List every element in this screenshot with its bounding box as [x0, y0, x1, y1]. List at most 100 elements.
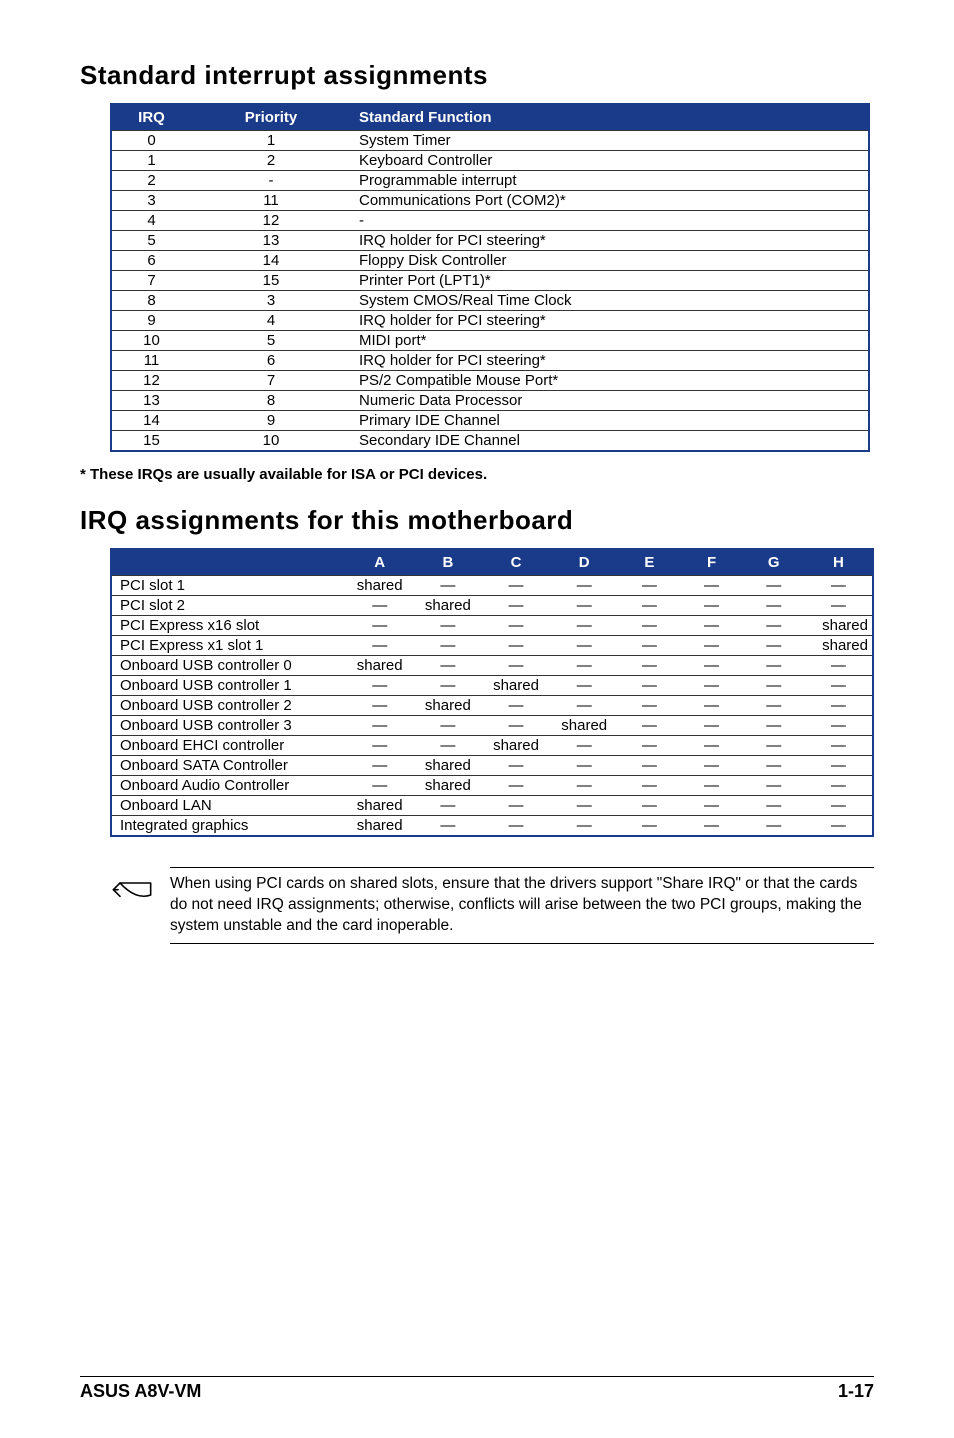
cell-value: —: [618, 596, 680, 616]
cell-value: shared: [346, 816, 414, 837]
cell-value: —: [680, 676, 742, 696]
table-row: 311Communications Port (COM2)*: [111, 191, 869, 211]
cell-value: —: [680, 756, 742, 776]
row-name: PCI Express x1 slot 1: [111, 636, 346, 656]
cell-function: Printer Port (LPT1)*: [351, 271, 869, 291]
cell-value: —: [482, 636, 550, 656]
cell-value: —: [618, 716, 680, 736]
cell-priority: 7: [191, 371, 351, 391]
cell-value: —: [743, 756, 805, 776]
row-name: Onboard Audio Controller: [111, 776, 346, 796]
cell-function: Keyboard Controller: [351, 151, 869, 171]
table-row: Onboard EHCI controller——shared—————: [111, 736, 873, 756]
th-G: G: [743, 549, 805, 576]
cell-function: MIDI port*: [351, 331, 869, 351]
th-C: C: [482, 549, 550, 576]
table-row: 412-: [111, 211, 869, 231]
table-row: Onboard USB controller 0shared———————: [111, 656, 873, 676]
table-row: PCI Express x1 slot 1———————shared: [111, 636, 873, 656]
cell-value: —: [743, 616, 805, 636]
cell-value: —: [618, 656, 680, 676]
cell-priority: 2: [191, 151, 351, 171]
interrupt-table: IRQ Priority Standard Function 01System …: [110, 103, 870, 452]
cell-value: —: [346, 776, 414, 796]
cell-priority: 13: [191, 231, 351, 251]
cell-priority: 9: [191, 411, 351, 431]
cell-value: —: [805, 756, 873, 776]
cell-value: shared: [414, 776, 482, 796]
cell-value: shared: [550, 716, 618, 736]
footer-product: ASUS A8V-VM: [80, 1381, 201, 1402]
row-name: Onboard EHCI controller: [111, 736, 346, 756]
cell-value: —: [414, 656, 482, 676]
cell-priority: 8: [191, 391, 351, 411]
table-row: 715Printer Port (LPT1)*: [111, 271, 869, 291]
cell-function: PS/2 Compatible Mouse Port*: [351, 371, 869, 391]
cell-priority: 11: [191, 191, 351, 211]
cell-function: Programmable interrupt: [351, 171, 869, 191]
cell-value: —: [550, 736, 618, 756]
table-row: 138Numeric Data Processor: [111, 391, 869, 411]
cell-value: —: [743, 696, 805, 716]
note-body-text: When using PCI cards on shared slots, en…: [170, 868, 874, 943]
cell-value: —: [550, 676, 618, 696]
cell-priority: 15: [191, 271, 351, 291]
cell-value: —: [482, 616, 550, 636]
cell-value: —: [550, 796, 618, 816]
table-row: 83System CMOS/Real Time Clock: [111, 291, 869, 311]
footer-page-number: 1-17: [838, 1381, 874, 1402]
cell-value: —: [680, 696, 742, 716]
cell-value: shared: [414, 756, 482, 776]
cell-value: —: [805, 716, 873, 736]
cell-value: —: [346, 716, 414, 736]
cell-value: —: [346, 756, 414, 776]
cell-priority: 3: [191, 291, 351, 311]
th-irq: IRQ: [111, 104, 191, 131]
th-A: A: [346, 549, 414, 576]
cell-value: shared: [346, 796, 414, 816]
cell-value: shared: [805, 616, 873, 636]
cell-value: —: [414, 676, 482, 696]
cell-value: —: [550, 636, 618, 656]
cell-value: —: [618, 796, 680, 816]
cell-value: —: [482, 596, 550, 616]
cell-value: —: [414, 616, 482, 636]
cell-value: —: [805, 676, 873, 696]
cell-value: —: [743, 636, 805, 656]
table-row: Integrated graphicsshared———————: [111, 816, 873, 837]
cell-priority: 1: [191, 131, 351, 151]
cell-value: —: [743, 596, 805, 616]
cell-value: —: [680, 776, 742, 796]
table-row: Onboard LANshared———————: [111, 796, 873, 816]
cell-value: shared: [414, 596, 482, 616]
table-row: 94IRQ holder for PCI steering*: [111, 311, 869, 331]
cell-irq: 9: [111, 311, 191, 331]
cell-value: —: [743, 656, 805, 676]
th-D: D: [550, 549, 618, 576]
cell-value: —: [550, 616, 618, 636]
cell-irq: 14: [111, 411, 191, 431]
cell-value: —: [743, 816, 805, 837]
cell-value: —: [346, 636, 414, 656]
cell-value: —: [414, 736, 482, 756]
cell-value: —: [482, 576, 550, 596]
cell-value: —: [805, 816, 873, 837]
cell-value: —: [550, 776, 618, 796]
cell-value: —: [346, 616, 414, 636]
th-E: E: [618, 549, 680, 576]
cell-priority: 4: [191, 311, 351, 331]
cell-function: IRQ holder for PCI steering*: [351, 231, 869, 251]
cell-value: —: [618, 776, 680, 796]
table-row: PCI Express x16 slot———————shared: [111, 616, 873, 636]
cell-function: System Timer: [351, 131, 869, 151]
cell-irq: 12: [111, 371, 191, 391]
cell-value: —: [743, 576, 805, 596]
table-row: 513IRQ holder for PCI steering*: [111, 231, 869, 251]
cell-value: —: [414, 796, 482, 816]
cell-priority: 14: [191, 251, 351, 271]
cell-value: —: [550, 576, 618, 596]
cell-priority: 12: [191, 211, 351, 231]
cell-irq: 5: [111, 231, 191, 251]
cell-irq: 10: [111, 331, 191, 351]
row-name: Integrated graphics: [111, 816, 346, 837]
